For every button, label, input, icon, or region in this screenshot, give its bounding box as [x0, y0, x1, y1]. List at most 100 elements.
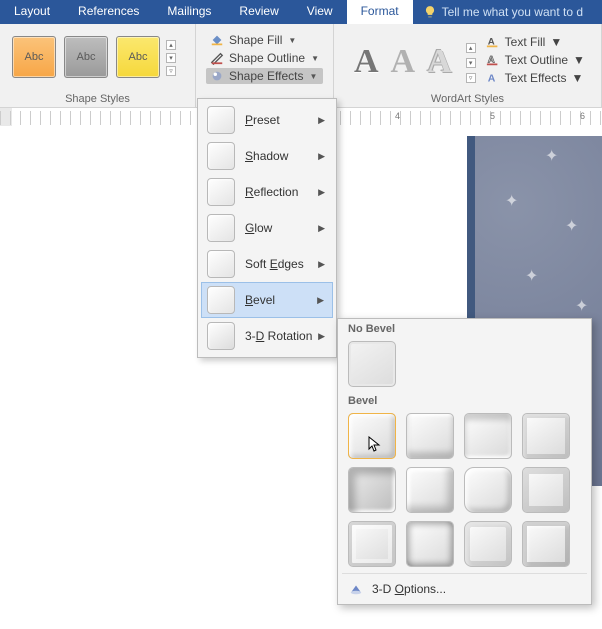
bevel-header-nobevel: No Bevel: [338, 319, 591, 337]
wordart-swatch-2[interactable]: A: [391, 43, 416, 81]
bevel-option-10[interactable]: [406, 521, 454, 567]
wordart-down-icon[interactable]: ▾: [466, 58, 476, 68]
wordart-more-icon[interactable]: ▿: [466, 73, 476, 83]
menu-item-3d-rotation[interactable]: 3-D Rotation ▶: [201, 318, 333, 354]
text-effects-label: Text Effects: [505, 71, 567, 85]
lightbulb-icon: [423, 5, 437, 19]
tab-layout[interactable]: Layout: [0, 0, 64, 24]
menu-item-glow[interactable]: Glow ▶: [201, 210, 333, 246]
shape-style-swatch-1[interactable]: Abc: [12, 36, 56, 78]
menu-item-bevel[interactable]: Bevel ▶: [201, 282, 333, 318]
wordart-swatch-3[interactable]: A: [427, 43, 452, 81]
rotation-3d-icon: [207, 322, 235, 350]
bevel-option-12[interactable]: [522, 521, 570, 567]
svg-text:A: A: [487, 73, 495, 85]
text-effects-icon: A: [486, 71, 500, 85]
ribbon: Abc Abc Abc ▴ ▾ ▿ Shape Styles Shape Fil…: [0, 24, 602, 108]
submenu-arrow-icon: ▶: [318, 223, 325, 234]
menu-item-reflection[interactable]: Reflection ▶: [201, 174, 333, 210]
shape-effects-button[interactable]: Shape Effects▼: [206, 68, 323, 84]
group-shape-styles: Abc Abc Abc ▴ ▾ ▿ Shape Styles: [0, 24, 196, 107]
ruler-mark-6: 6: [580, 111, 585, 121]
shape-style-swatch-2[interactable]: Abc: [64, 36, 108, 78]
glow-icon: [207, 214, 235, 242]
submenu-arrow-icon: ▶: [318, 331, 325, 342]
tab-review[interactable]: Review: [225, 0, 292, 24]
menu-item-soft-edges[interactable]: Soft Edges ▶: [201, 246, 333, 282]
bevel-submenu: No Bevel Bevel 3-D Options...: [337, 318, 592, 605]
submenu-arrow-icon: ▶: [318, 151, 325, 162]
star-icon: ✦: [565, 216, 578, 236]
bevel-option-2[interactable]: [406, 413, 454, 459]
pen-outline-icon: [210, 51, 224, 65]
shape-fill-button[interactable]: Shape Fill▼: [206, 32, 323, 48]
bevel-option-none[interactable]: [348, 341, 396, 387]
preset-icon: [207, 106, 235, 134]
gallery-up-icon[interactable]: ▴: [166, 40, 176, 50]
wordart-swatch-1[interactable]: A: [354, 43, 379, 81]
submenu-arrow-icon: ▶: [318, 259, 325, 270]
bevel-option-6[interactable]: [406, 467, 454, 513]
shape-style-swatch-3[interactable]: Abc: [116, 36, 160, 78]
reflection-icon: [207, 178, 235, 206]
tell-me-search[interactable]: Tell me what you want to d: [413, 0, 583, 24]
shape-outline-button[interactable]: Shape Outline▼: [206, 50, 323, 66]
bevel-option-5[interactable]: [348, 467, 396, 513]
group-label-shapes: Shape Styles: [6, 92, 189, 105]
gallery-more-icon[interactable]: ▿: [166, 66, 176, 76]
text-fill-button[interactable]: A Text Fill▼: [484, 34, 587, 50]
shadow-icon: [207, 142, 235, 170]
tab-mailings[interactable]: Mailings: [153, 0, 225, 24]
wordart-scroll[interactable]: ▴ ▾ ▿: [464, 28, 478, 86]
bevel-option-3[interactable]: [464, 413, 512, 459]
gallery-down-icon[interactable]: ▾: [166, 53, 176, 63]
bevel-option-7[interactable]: [464, 467, 512, 513]
text-fill-icon: A: [486, 35, 500, 49]
tab-view[interactable]: View: [293, 0, 347, 24]
ruler-mark-5: 5: [490, 111, 495, 121]
bevel-option-1[interactable]: [348, 413, 396, 459]
star-icon: ✦: [525, 266, 538, 286]
bevel-icon: [207, 286, 235, 314]
menu-item-preset[interactable]: Preset ▶: [201, 102, 333, 138]
shape-effects-menu: Preset ▶ Shadow ▶ Reflection ▶ Glow ▶ So…: [197, 98, 337, 358]
shape-style-gallery[interactable]: Abc Abc Abc: [6, 28, 162, 78]
bevel-option-11[interactable]: [464, 521, 512, 567]
options-3d-icon: [348, 582, 364, 596]
shape-effects-label: Shape Effects: [229, 69, 304, 83]
shape-outline-label: Shape Outline: [229, 51, 305, 65]
soft-edges-icon: [207, 250, 235, 278]
submenu-arrow-icon: ▶: [318, 187, 325, 198]
wordart-gallery[interactable]: A A A: [340, 28, 462, 86]
shape-fill-label: Shape Fill: [229, 33, 282, 47]
bevel-3d-options[interactable]: 3-D Options...: [338, 576, 591, 600]
ruler-mark-4: 4: [395, 111, 400, 121]
paint-bucket-icon: [210, 33, 224, 47]
group-wordart-styles: A A A ▴ ▾ ▿ A Text Fill▼ A Text Outline▼: [334, 24, 602, 107]
star-icon: ✦: [505, 191, 518, 211]
separator: [342, 573, 587, 574]
group-label-wordart: WordArt Styles: [340, 92, 595, 105]
group-shape-format: Shape Fill▼ Shape Outline▼ Shape Effects…: [196, 24, 334, 107]
tab-references[interactable]: References: [64, 0, 153, 24]
submenu-arrow-icon: ▶: [318, 115, 325, 126]
bevel-header-bevel: Bevel: [338, 391, 591, 409]
effects-icon: [210, 69, 224, 83]
tab-format[interactable]: Format: [347, 0, 413, 24]
wordart-up-icon[interactable]: ▴: [466, 43, 476, 53]
bevel-option-4[interactable]: [522, 413, 570, 459]
bevel-option-8[interactable]: [522, 467, 570, 513]
menu-item-shadow[interactable]: Shadow ▶: [201, 138, 333, 174]
submenu-arrow-icon: ▶: [317, 295, 324, 306]
text-outline-button[interactable]: A Text Outline▼: [484, 52, 587, 68]
star-icon: ✦: [545, 146, 558, 166]
text-outline-label: Text Outline: [505, 53, 568, 67]
tell-me-text: Tell me what you want to d: [442, 5, 583, 19]
text-outline-icon: A: [486, 53, 500, 67]
bevel-option-9[interactable]: [348, 521, 396, 567]
text-effects-button[interactable]: A Text Effects▼: [484, 70, 587, 86]
star-icon: ✦: [575, 296, 588, 316]
gallery-scroll[interactable]: ▴ ▾ ▿: [164, 28, 178, 78]
cursor-icon: [367, 436, 383, 452]
text-fill-label: Text Fill: [505, 35, 546, 49]
